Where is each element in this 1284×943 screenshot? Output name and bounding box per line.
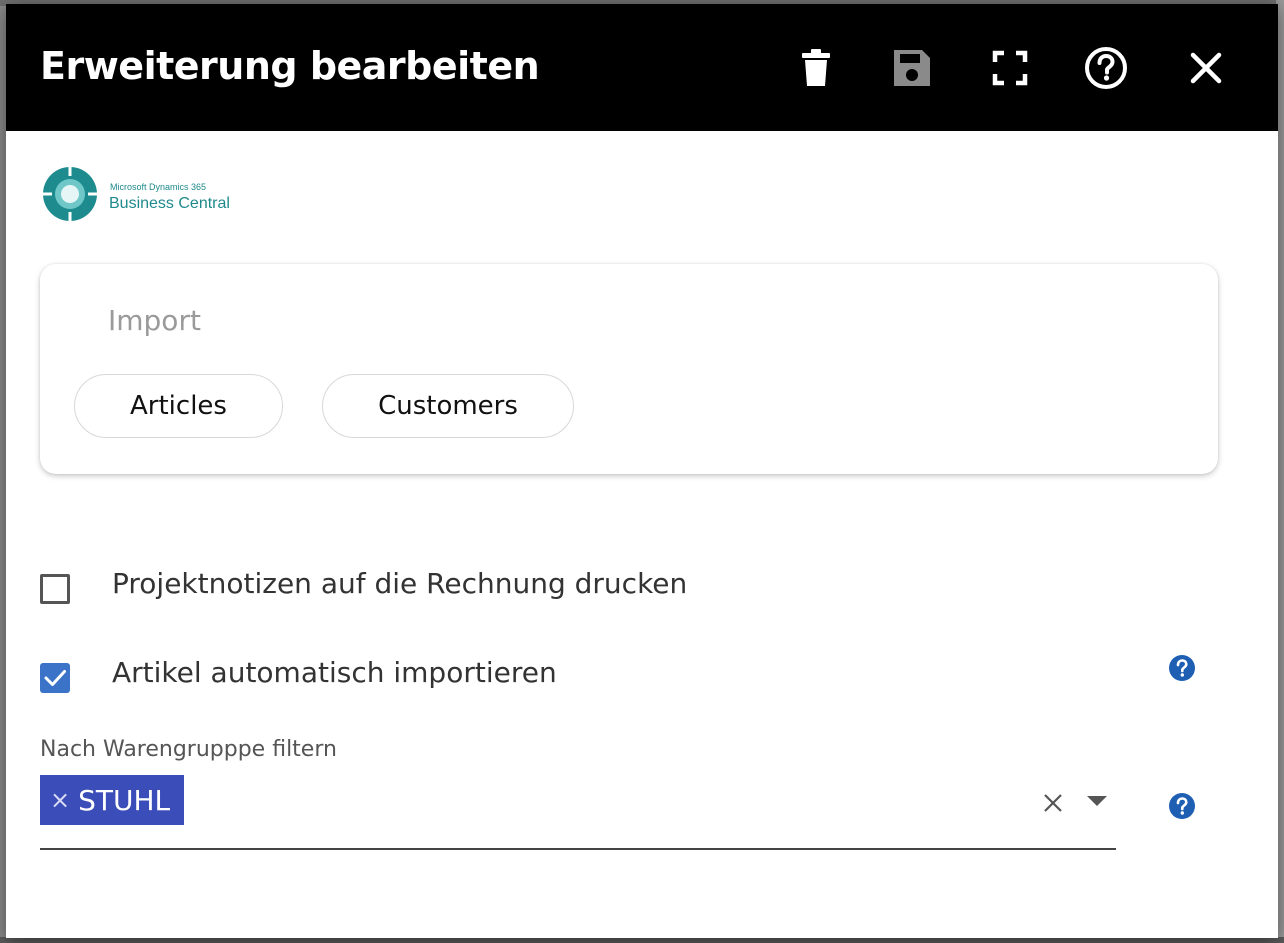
auto-import-articles-label: Artikel automatisch importieren — [112, 656, 557, 689]
chip-label: STUHL — [78, 783, 171, 817]
close-button[interactable] — [1182, 44, 1230, 92]
fullscreen-button[interactable] — [986, 44, 1034, 92]
delete-button[interactable] — [792, 44, 840, 92]
fullscreen-icon — [992, 50, 1028, 86]
auto-import-articles-checkbox[interactable] — [40, 663, 70, 693]
edit-extension-dialog: Erweiterung bearbeiten Microsoft Dynamic… — [6, 4, 1278, 938]
logo-text-big: Business Central — [109, 195, 230, 212]
import-label: Import — [108, 304, 201, 337]
save-icon — [894, 50, 930, 86]
dropdown-arrow-icon[interactable] — [1086, 794, 1108, 808]
delete-icon — [802, 49, 830, 86]
close-icon — [1190, 52, 1222, 84]
import-card: Import Articles Customers — [40, 264, 1218, 474]
select-underline — [40, 848, 1116, 850]
dialog-header: Erweiterung bearbeiten — [6, 4, 1278, 131]
filter-help-icon[interactable] — [1168, 792, 1196, 820]
clear-selection-icon[interactable] — [1042, 792, 1064, 814]
help-button[interactable] — [1082, 44, 1130, 92]
print-project-notes-checkbox[interactable] — [40, 574, 70, 604]
dialog-title: Erweiterung bearbeiten — [40, 44, 540, 88]
dynamics-logo-icon — [43, 167, 97, 221]
checkmark-icon — [44, 670, 66, 686]
help-icon — [1085, 47, 1127, 89]
print-project-notes-label: Projektnotizen auf die Rechnung drucken — [112, 567, 688, 600]
logo-text-small: Microsoft Dynamics 365 — [110, 182, 207, 192]
product-group-filter-label: Nach Warengrupppe filtern — [40, 737, 337, 762]
import-articles-button[interactable]: Articles — [74, 374, 283, 438]
selected-chip: × STUHL — [40, 775, 184, 825]
import-customers-button[interactable]: Customers — [322, 374, 574, 438]
save-button[interactable] — [888, 44, 936, 92]
business-central-logo: Microsoft Dynamics 365 Business Central — [40, 164, 260, 228]
auto-import-help-icon[interactable] — [1168, 654, 1196, 682]
chip-remove-icon[interactable]: × — [50, 786, 70, 814]
product-group-filter-select[interactable]: × STUHL — [40, 772, 1116, 850]
